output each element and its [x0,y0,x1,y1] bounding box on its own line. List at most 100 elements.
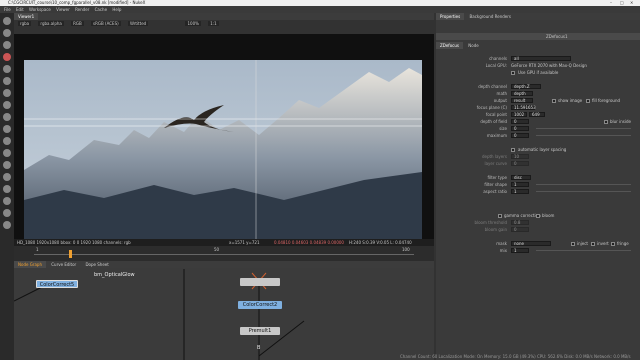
layers-field[interactable]: 10 [511,154,529,159]
viewer-info-bar: HD_1080 1920x1080 bbox: 0 0 1920 1080 ch… [14,239,434,246]
timeline-track [34,254,414,255]
channels-select[interactable]: all [511,56,571,61]
viewer-settings-bar-2 [14,27,434,34]
filtertype-select[interactable]: disc [511,175,531,180]
inject-checkbox[interactable] [571,241,575,246]
dof-field[interactable]: 0 [511,119,529,124]
invert-checkbox[interactable] [591,241,595,246]
bloom-checkbox[interactable] [536,213,540,218]
tab-properties[interactable]: Properties [436,13,465,20]
dof-row: depth of field 0 blur inside [480,119,631,124]
maximum-slider[interactable] [536,135,631,136]
viewer-pane: Viewer1 rgba rgba.alpha RGB sRGB (ACES) … [14,13,434,271]
blurinside-checkbox[interactable] [604,119,608,124]
other-tool-icon[interactable] [3,173,11,181]
size-row: size 0 [436,125,640,132]
node-label-opticalglow[interactable]: bm_OpticalGlow [94,272,135,278]
fringe-checkbox[interactable] [611,241,615,246]
menu-render[interactable]: Render [75,7,89,12]
mix-slider[interactable] [536,250,631,251]
bloomthreshold-row: bloom threshold 0.8 [436,219,640,226]
focusplane-row: focus plane (C) 11.591653 [476,105,536,110]
viewer-canvas[interactable] [14,34,434,239]
merge-tool-icon[interactable] [3,101,11,109]
properties-pane: Properties Background Renders ZDefocus1 … [436,13,640,360]
draw-tool-icon[interactable] [3,29,11,37]
fillfg-checkbox[interactable] [586,98,590,103]
filtershape-field[interactable]: 1 [511,182,529,187]
ratio-select[interactable]: 1:1 [208,21,219,26]
menu-workspace[interactable]: Workspace [29,7,51,12]
subtab-node[interactable]: Node [464,42,482,49]
depth-row: depth channel depth.Z [436,83,640,90]
focalpoint-x[interactable]: 1002 [511,112,527,117]
maximum-field[interactable]: 0 [511,133,529,138]
node-premult1[interactable]: Premult1 [240,327,280,335]
subtab-zdefocus[interactable]: ZDefocus [436,42,463,49]
timeline-mid-label: 50 [214,247,220,252]
tab-viewer1[interactable]: Viewer1 [14,13,39,20]
menu-bar: File Edit Workspace Viewer Render Cache … [0,6,640,13]
autolayer-row: automatic layer spacing [436,146,640,153]
node-zdefocus[interactable] [240,278,280,286]
mix-field[interactable]: 1 [511,248,529,253]
size-slider[interactable] [536,128,631,129]
math-row: math depth [436,90,640,97]
channels-select[interactable]: rgba [18,21,32,26]
focalpoint-y[interactable]: 649 [529,112,545,117]
ofx-tool-icon[interactable] [3,197,11,205]
color-tool-icon[interactable] [3,65,11,73]
channel-tool-icon[interactable] [3,53,11,61]
filtershape-slider[interactable] [536,184,631,185]
showimage-checkbox[interactable] [552,98,556,103]
menu-file[interactable]: File [4,7,11,12]
toolsets-tool-icon[interactable] [3,161,11,169]
usegpu-row: Use GPU if available [436,69,640,76]
menu-help[interactable]: Help [112,7,121,12]
nodes-toolbar [0,13,14,360]
tab-background-renders[interactable]: Background Renders [466,13,515,20]
zoom-select[interactable]: 100% [185,21,201,26]
colorspace-select[interactable]: RGB [71,21,84,26]
mask-select[interactable]: none [511,241,551,246]
gamma-checkbox[interactable] [498,213,502,218]
view-transform-select[interactable]: sRGB (ACES) [91,21,121,26]
bloomgain-field[interactable]: 0 [511,227,529,232]
transform-tool-icon[interactable] [3,113,11,121]
aspect-slider[interactable] [536,191,631,192]
compare-mode-select[interactable]: Wrtitted [127,21,149,26]
3d-tool-icon[interactable] [3,125,11,133]
time-tool-icon[interactable] [3,41,11,49]
filter-tool-icon[interactable] [3,77,11,85]
image-tool-icon[interactable] [3,17,11,25]
menu-viewer[interactable]: Viewer [56,7,70,12]
autolayer-checkbox[interactable] [511,147,515,152]
alpha-select[interactable]: rgba.alpha [38,21,64,26]
deep-tool-icon[interactable] [3,221,11,229]
bloomthreshold-field[interactable]: 0.8 [511,220,529,225]
node-colorcorrect2[interactable]: ColorCorrect2 [238,301,282,309]
depth-channel-select[interactable]: depth.Z [511,84,541,89]
timeline-bar[interactable]: 1 50 100 [14,246,434,261]
aspect-field[interactable]: 1 [511,189,529,194]
playhead-marker[interactable] [69,250,72,258]
math-select[interactable]: depth [511,91,533,96]
output-select[interactable]: result [511,98,533,103]
furnace-tool-icon[interactable] [3,185,11,193]
node-title[interactable]: ZDefocus1 [546,34,568,39]
focusplane-field[interactable]: 11.591653 [511,105,536,110]
usegpu-checkbox[interactable] [511,70,515,75]
filtershape-row: filter shape 1 [436,181,640,188]
layercurve-field[interactable]: 0 [511,161,529,166]
metadata-tool-icon[interactable] [3,149,11,157]
views-tool-icon[interactable] [3,137,11,145]
node-colorcorrect5[interactable]: ColorCorrect5 [36,280,78,288]
menu-edit[interactable]: Edit [16,7,24,12]
cursor-coords: x=1571 y=721 [229,240,260,245]
menu-cache[interactable]: Cache [95,7,107,12]
layers-row: depth layers 10 [436,153,640,160]
particles-tool-icon[interactable] [3,209,11,217]
keyer-tool-icon[interactable] [3,89,11,97]
size-field[interactable]: 0 [511,126,529,131]
node-graph-pane[interactable]: Node Graph Curve Editor Dope Sheet Color… [14,261,434,360]
